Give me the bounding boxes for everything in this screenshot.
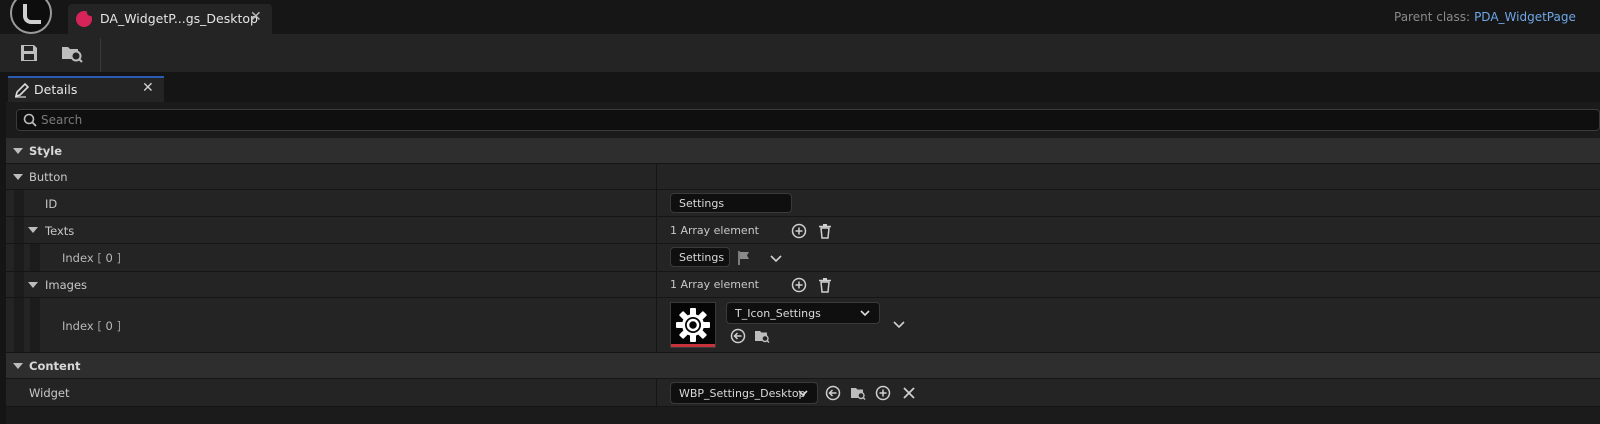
clear-icon[interactable] xyxy=(901,385,917,401)
texture-thumbnail[interactable] xyxy=(670,302,716,348)
search-icon xyxy=(23,113,37,127)
data-asset-icon xyxy=(76,9,94,27)
add-element-icon[interactable] xyxy=(791,223,807,239)
property-images-label: Images xyxy=(45,278,88,292)
texts-index-input[interactable]: Settings xyxy=(670,247,730,267)
column-splitter[interactable] xyxy=(656,272,657,297)
details-panel: Details ✕ Style Button ID Settings Texts… xyxy=(6,72,1600,424)
category-content-label: Content xyxy=(29,359,81,373)
expand-arrow-icon[interactable] xyxy=(28,282,38,288)
column-splitter[interactable] xyxy=(656,190,657,216)
texture-type-bar xyxy=(671,344,715,347)
folder-search-icon xyxy=(62,47,83,63)
use-selected-icon[interactable] xyxy=(825,385,841,401)
save-icon xyxy=(21,45,37,61)
close-details-icon[interactable]: ✕ xyxy=(142,80,154,96)
browse-asset-icon[interactable] xyxy=(754,328,770,344)
indent-guide xyxy=(30,244,40,271)
unreal-logo-icon[interactable] xyxy=(10,0,52,34)
texture-asset-name: T_Icon_Settings xyxy=(735,307,821,320)
parent-class-link[interactable]: PDA_WidgetPage xyxy=(1474,10,1576,24)
property-widget-label: Widget xyxy=(29,386,70,400)
property-id: ID Settings xyxy=(6,190,1600,217)
property-button-label: Button xyxy=(29,170,68,184)
category-content[interactable]: Content xyxy=(6,353,1600,379)
property-texts[interactable]: Texts 1 Array element xyxy=(6,217,1600,244)
category-style[interactable]: Style xyxy=(6,138,1600,164)
category-style-label: Style xyxy=(29,144,63,158)
expand-arrow-icon[interactable] xyxy=(13,174,23,180)
browse-to-asset-button[interactable] xyxy=(60,42,83,64)
indent-guide xyxy=(14,244,24,271)
document-tab-label: DA_WidgetP...gs_Desktop xyxy=(100,11,258,26)
widget-class-name: WBP_Settings_Desktop xyxy=(679,387,806,400)
expand-arrow-icon[interactable] xyxy=(13,363,23,369)
indent-guide xyxy=(14,190,24,216)
toolbar-separator xyxy=(100,38,101,74)
column-splitter[interactable] xyxy=(656,217,657,243)
expand-arrow-icon[interactable] xyxy=(28,227,38,233)
chevron-down-icon[interactable] xyxy=(891,317,907,333)
trash-icon[interactable] xyxy=(817,223,833,239)
chevron-down-icon xyxy=(798,390,808,397)
column-splitter[interactable] xyxy=(656,379,657,406)
close-tab-icon[interactable]: ✕ xyxy=(250,9,262,25)
images-index-label: Index [ 0 ] xyxy=(62,319,121,333)
column-splitter[interactable] xyxy=(656,244,657,271)
document-tab[interactable]: DA_WidgetP...gs_Desktop ✕ xyxy=(68,4,272,34)
indent-guide xyxy=(30,298,40,352)
indent-guide xyxy=(14,298,24,352)
search-input[interactable] xyxy=(41,112,1541,128)
indent-guide xyxy=(14,217,24,243)
property-images[interactable]: Images 1 Array element xyxy=(6,272,1600,298)
texts-index-label: Index [ 0 ] xyxy=(62,251,121,265)
property-widget: Widget WBP_Settings_Desktop xyxy=(6,379,1600,407)
pencil-icon xyxy=(14,82,30,98)
chevron-down-icon xyxy=(860,310,870,317)
property-id-label: ID xyxy=(45,197,58,211)
indent-guide xyxy=(14,272,24,297)
parent-class-info: Parent class: PDA_WidgetPage xyxy=(1394,10,1576,24)
column-splitter[interactable] xyxy=(656,164,657,189)
parent-class-label: Parent class: xyxy=(1394,10,1471,24)
column-splitter[interactable] xyxy=(656,298,657,352)
expand-arrow-icon[interactable] xyxy=(13,148,23,154)
localization-flag-icon[interactable] xyxy=(736,250,752,266)
images-array-count: 1 Array element xyxy=(670,278,759,291)
id-input[interactable]: Settings xyxy=(670,193,792,213)
property-texts-label: Texts xyxy=(45,224,75,238)
add-icon[interactable] xyxy=(875,385,891,401)
property-images-index: Index [ 0 ] T_Icon_Settings xyxy=(6,298,1600,353)
widget-class-picker[interactable]: WBP_Settings_Desktop xyxy=(670,382,818,404)
search-box[interactable] xyxy=(16,109,1600,131)
panel-tab-strip: Details ✕ xyxy=(6,72,1600,102)
title-bar: DA_WidgetP...gs_Desktop ✕ Parent class: P… xyxy=(0,0,1600,34)
details-tab[interactable]: Details ✕ xyxy=(8,76,164,102)
texts-array-count: 1 Array element xyxy=(670,224,759,237)
chevron-down-icon[interactable] xyxy=(768,251,784,267)
trash-icon[interactable] xyxy=(817,277,833,293)
property-button[interactable]: Button xyxy=(6,164,1600,190)
property-texts-index: Index [ 0 ] Settings xyxy=(6,244,1600,272)
gear-icon xyxy=(676,308,710,342)
browse-asset-icon[interactable] xyxy=(850,385,866,401)
add-element-icon[interactable] xyxy=(791,277,807,293)
toolbar xyxy=(0,34,1600,72)
details-tab-label: Details xyxy=(34,82,78,97)
texture-asset-picker[interactable]: T_Icon_Settings xyxy=(726,302,880,324)
save-button[interactable] xyxy=(18,42,40,64)
use-selected-icon[interactable] xyxy=(730,328,746,344)
